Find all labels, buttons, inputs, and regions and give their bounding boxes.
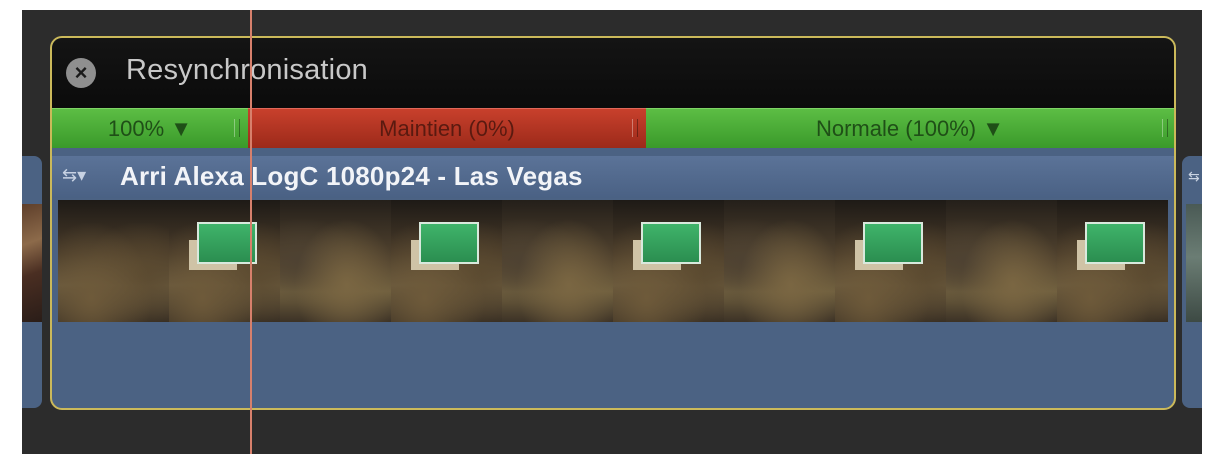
filmstrip-frame (1057, 200, 1168, 322)
filmstrip-frame (280, 200, 392, 322)
speed-segment-label: Maintien (0%) (379, 116, 515, 141)
filmstrip-frame (946, 200, 1058, 322)
speed-segment-100[interactable]: 100% ▼ (52, 108, 248, 148)
filmstrip-frame (391, 200, 503, 322)
filmstrip-frame (724, 200, 836, 322)
filmstrip-frame (169, 200, 281, 322)
close-icon[interactable]: × (66, 58, 96, 88)
clip-name: Arri Alexa LogC 1080p24 - Las Vegas (120, 161, 583, 191)
filmstrip-frame (835, 200, 947, 322)
filmstrip-frame (502, 200, 614, 322)
retime-handle-icon[interactable] (234, 119, 240, 137)
speed-segment-normal[interactable]: Normale (100%) ▼ (646, 108, 1174, 148)
playhead[interactable] (250, 10, 252, 454)
speed-segment-label: 100% ▼ (107, 116, 193, 141)
clip-settings-icon: ⇆ (1188, 168, 1200, 184)
retime-handle-icon[interactable] (1162, 119, 1168, 137)
retime-speed-bar: 100% ▼ Maintien (0%) Normale (100%) ▼ (52, 108, 1174, 148)
clip-header[interactable]: ⇆▾ Arri Alexa LogC 1080p24 - Las Vegas (52, 156, 1174, 198)
next-clip[interactable]: ⇆ (1182, 156, 1202, 408)
retime-editor: × Resynchronisation 100% ▼ Maintien (0%)… (50, 36, 1176, 410)
speed-segment-hold[interactable]: Maintien (0%) (248, 108, 646, 148)
next-clip-thumbnail (1186, 204, 1202, 322)
filmstrip-frame (613, 200, 725, 322)
previous-clip-thumbnail (22, 204, 42, 322)
retime-handle-icon[interactable] (632, 119, 638, 137)
retime-title: Resynchronisation (126, 54, 368, 86)
retime-header: × Resynchronisation (52, 38, 1174, 108)
timeline: ⇆ × Resynchronisation 100% ▼ Maintien (0… (22, 10, 1202, 454)
filmstrip-frame (58, 200, 170, 322)
clip-settings-icon[interactable]: ⇆▾ (62, 165, 86, 186)
speed-segment-label: Normale (100%) ▼ (815, 116, 1005, 141)
previous-clip[interactable] (22, 156, 42, 408)
clip-filmstrip[interactable] (58, 200, 1168, 322)
